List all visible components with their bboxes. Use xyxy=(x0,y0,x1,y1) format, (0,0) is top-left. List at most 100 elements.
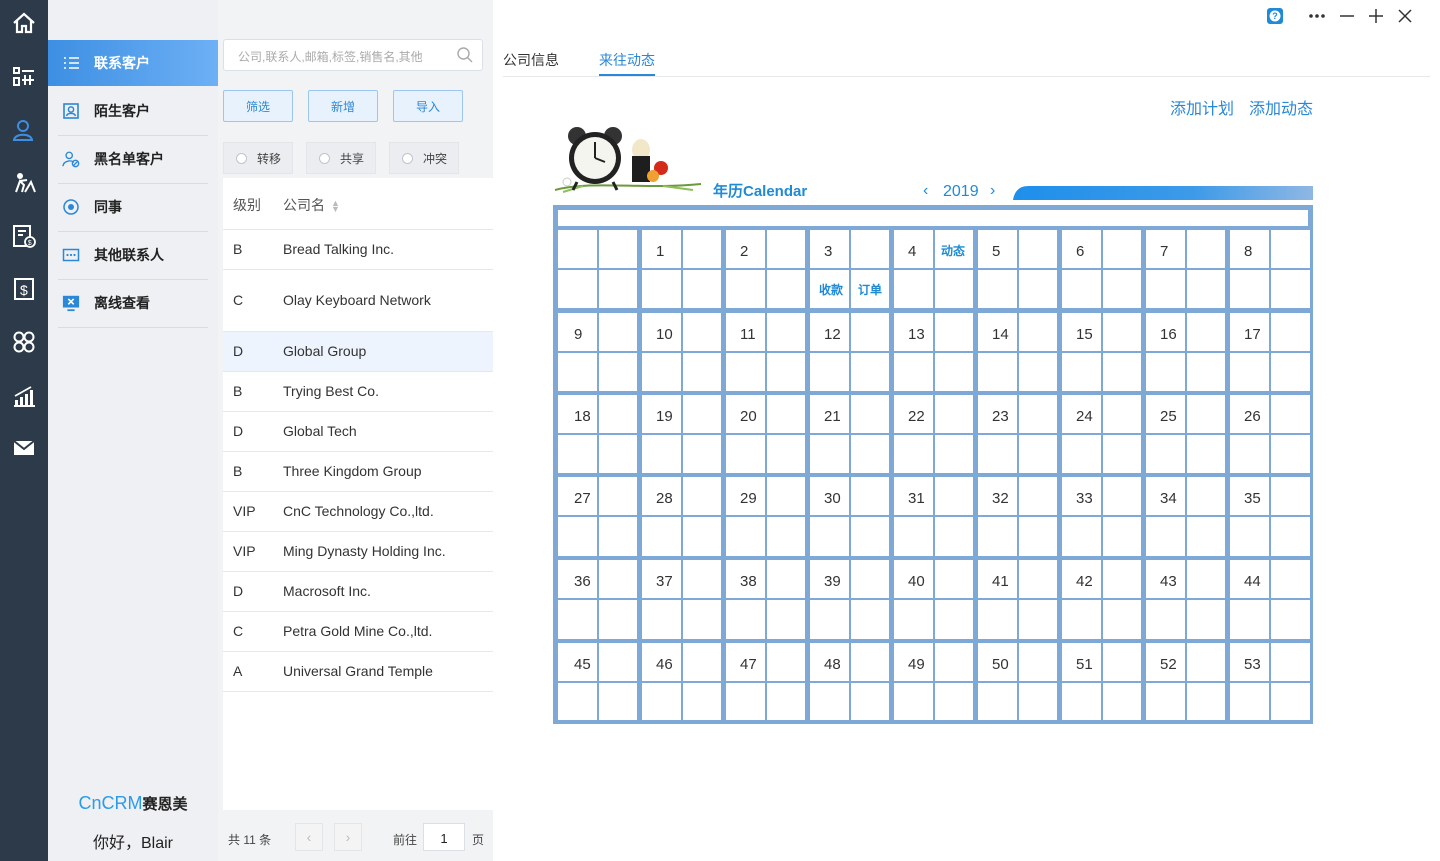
calendar-cell[interactable]: 34 xyxy=(1146,477,1225,556)
sales-icon[interactable] xyxy=(10,169,38,197)
activity-tag[interactable]: 动态 xyxy=(941,242,965,259)
calendar-cell[interactable]: 20 xyxy=(726,395,805,473)
calendar-cell[interactable]: 10 xyxy=(642,313,721,391)
calendar-cell[interactable]: 38 xyxy=(726,560,805,639)
calendar-cell[interactable]: 2 xyxy=(726,230,805,308)
calendar-cell[interactable]: 25 xyxy=(1146,395,1225,473)
calendar-cell[interactable]: 14 xyxy=(978,313,1057,391)
nav-blacklist-customers[interactable]: 黑名单客户 xyxy=(48,137,218,181)
calendar-cell[interactable]: 33 xyxy=(1062,477,1141,556)
calendar-cell[interactable]: 49 xyxy=(894,643,973,720)
calendar-cell[interactable]: 53 xyxy=(1230,643,1310,720)
calendar-cell[interactable]: 29 xyxy=(726,477,805,556)
prev-page-button[interactable]: ‹ xyxy=(295,823,323,851)
calendar-cell[interactable]: 6 xyxy=(1062,230,1141,308)
calendar-cell[interactable]: 9 xyxy=(558,313,637,391)
help-icon[interactable]: ? xyxy=(1265,4,1285,28)
calendar-cell[interactable]: 7 xyxy=(1146,230,1225,308)
nav-contact-customers[interactable]: 联系客户 xyxy=(48,40,218,86)
minimize-icon[interactable] xyxy=(1335,4,1359,28)
calendar-cell[interactable]: 32 xyxy=(978,477,1057,556)
home-icon[interactable] xyxy=(10,9,38,37)
calendar-cell[interactable]: 23 xyxy=(978,395,1057,473)
calendar-cell[interactable]: 11 xyxy=(726,313,805,391)
calendar-cell[interactable]: 16 xyxy=(1146,313,1225,391)
close-icon[interactable] xyxy=(1393,4,1417,28)
prev-year-button[interactable]: ‹ xyxy=(923,182,928,200)
calendar-cell[interactable]: 52 xyxy=(1146,643,1225,720)
finance-icon[interactable]: $ xyxy=(10,275,38,303)
calendar-cell[interactable]: 26 xyxy=(1230,395,1310,473)
column-company[interactable]: 公司名 ▲ ▼ xyxy=(283,195,340,215)
search-input[interactable]: 公司,联系人,邮箱,标签,销售名,其他 xyxy=(223,39,483,71)
calendar-cell[interactable]: 1 xyxy=(642,230,721,308)
add-button[interactable]: 新增 xyxy=(308,90,378,122)
table-row[interactable]: B Three Kingdom Group xyxy=(223,452,493,492)
table-row[interactable]: D Macrosoft Inc. xyxy=(223,572,493,612)
calendar-cell[interactable]: 13 xyxy=(894,313,973,391)
mail-icon[interactable] xyxy=(10,434,38,462)
table-row[interactable]: VIP Ming Dynasty Holding Inc. xyxy=(223,532,493,572)
calendar-cell[interactable]: 28 xyxy=(642,477,721,556)
calendar-cell[interactable]: 47 xyxy=(726,643,805,720)
tab-activity[interactable]: 来往动态 xyxy=(599,50,655,70)
table-row[interactable]: B Trying Best Co. xyxy=(223,372,493,412)
table-row[interactable]: C Olay Keyboard Network xyxy=(223,270,493,332)
calendar-cell[interactable] xyxy=(558,230,637,308)
calendar-cell[interactable]: 19 xyxy=(642,395,721,473)
calendar-cell[interactable]: 22 xyxy=(894,395,973,473)
calendar-cell[interactable]: 12 xyxy=(810,313,889,391)
calendar-cell[interactable]: 42 xyxy=(1062,560,1141,639)
add-plan-link[interactable]: 添加计划 xyxy=(1170,95,1234,119)
calendar-cell[interactable]: 30 xyxy=(810,477,889,556)
maximize-icon[interactable] xyxy=(1364,4,1388,28)
calendar-cell[interactable]: 17 xyxy=(1230,313,1310,391)
invoice-icon[interactable]: $ xyxy=(10,222,38,250)
transfer-radio[interactable]: 转移 xyxy=(223,142,293,174)
workflow-icon[interactable] xyxy=(10,62,38,90)
next-year-button[interactable]: › xyxy=(990,182,995,200)
tab-company-info[interactable]: 公司信息 xyxy=(503,50,559,70)
next-page-button[interactable]: › xyxy=(334,823,362,851)
calendar-cell[interactable]: 51 xyxy=(1062,643,1141,720)
nav-other-contacts[interactable]: 其他联系人 xyxy=(48,233,218,277)
table-row[interactable]: A Universal Grand Temple xyxy=(223,652,493,692)
sort-icon[interactable]: ▲ ▼ xyxy=(331,199,340,214)
calendar-cell[interactable]: 15 xyxy=(1062,313,1141,391)
table-row[interactable]: D Global Tech xyxy=(223,412,493,452)
payment-tag[interactable]: 收款 xyxy=(819,281,843,298)
page-input[interactable]: 1 xyxy=(423,823,465,851)
calendar-cell[interactable]: 21 xyxy=(810,395,889,473)
table-row[interactable]: C Petra Gold Mine Co.,ltd. xyxy=(223,612,493,652)
calendar-cell[interactable]: 44 xyxy=(1230,560,1310,639)
calendar-cell[interactable]: 45 xyxy=(558,643,637,720)
calendar-cell[interactable]: 41 xyxy=(978,560,1057,639)
calendar-cell[interactable]: 27 xyxy=(558,477,637,556)
apps-icon[interactable] xyxy=(10,328,38,356)
calendar-cell[interactable]: 48 xyxy=(810,643,889,720)
order-tag[interactable]: 订单 xyxy=(858,281,882,298)
calendar-cell[interactable]: 35 xyxy=(1230,477,1310,556)
filter-button[interactable]: 筛选 xyxy=(223,90,293,122)
calendar-cell[interactable]: 18 xyxy=(558,395,637,473)
customers-icon[interactable] xyxy=(10,116,38,144)
conflict-radio[interactable]: 冲突 xyxy=(389,142,459,174)
nav-colleagues[interactable]: 同事 xyxy=(48,185,218,229)
calendar-cell[interactable]: 36 xyxy=(558,560,637,639)
nav-offline-view[interactable]: 离线查看 xyxy=(48,281,218,325)
table-row[interactable]: B Bread Talking Inc. xyxy=(223,230,493,270)
share-radio[interactable]: 共享 xyxy=(306,142,376,174)
calendar-cell[interactable]: 31 xyxy=(894,477,973,556)
calendar-cell[interactable]: 5 xyxy=(978,230,1057,308)
table-row[interactable]: VIP CnC Technology Co.,ltd. xyxy=(223,492,493,532)
table-row[interactable]: D Global Group xyxy=(223,332,493,372)
calendar-cell[interactable]: 8 xyxy=(1230,230,1310,308)
calendar-cell[interactable]: 39 xyxy=(810,560,889,639)
analytics-icon[interactable] xyxy=(10,382,38,410)
calendar-cell[interactable]: 50 xyxy=(978,643,1057,720)
calendar-cell[interactable]: 24 xyxy=(1062,395,1141,473)
calendar-cell[interactable]: 37 xyxy=(642,560,721,639)
more-icon[interactable] xyxy=(1305,4,1329,28)
calendar-cell[interactable]: 46 xyxy=(642,643,721,720)
nav-stranger-customers[interactable]: 陌生客户 xyxy=(48,89,218,133)
